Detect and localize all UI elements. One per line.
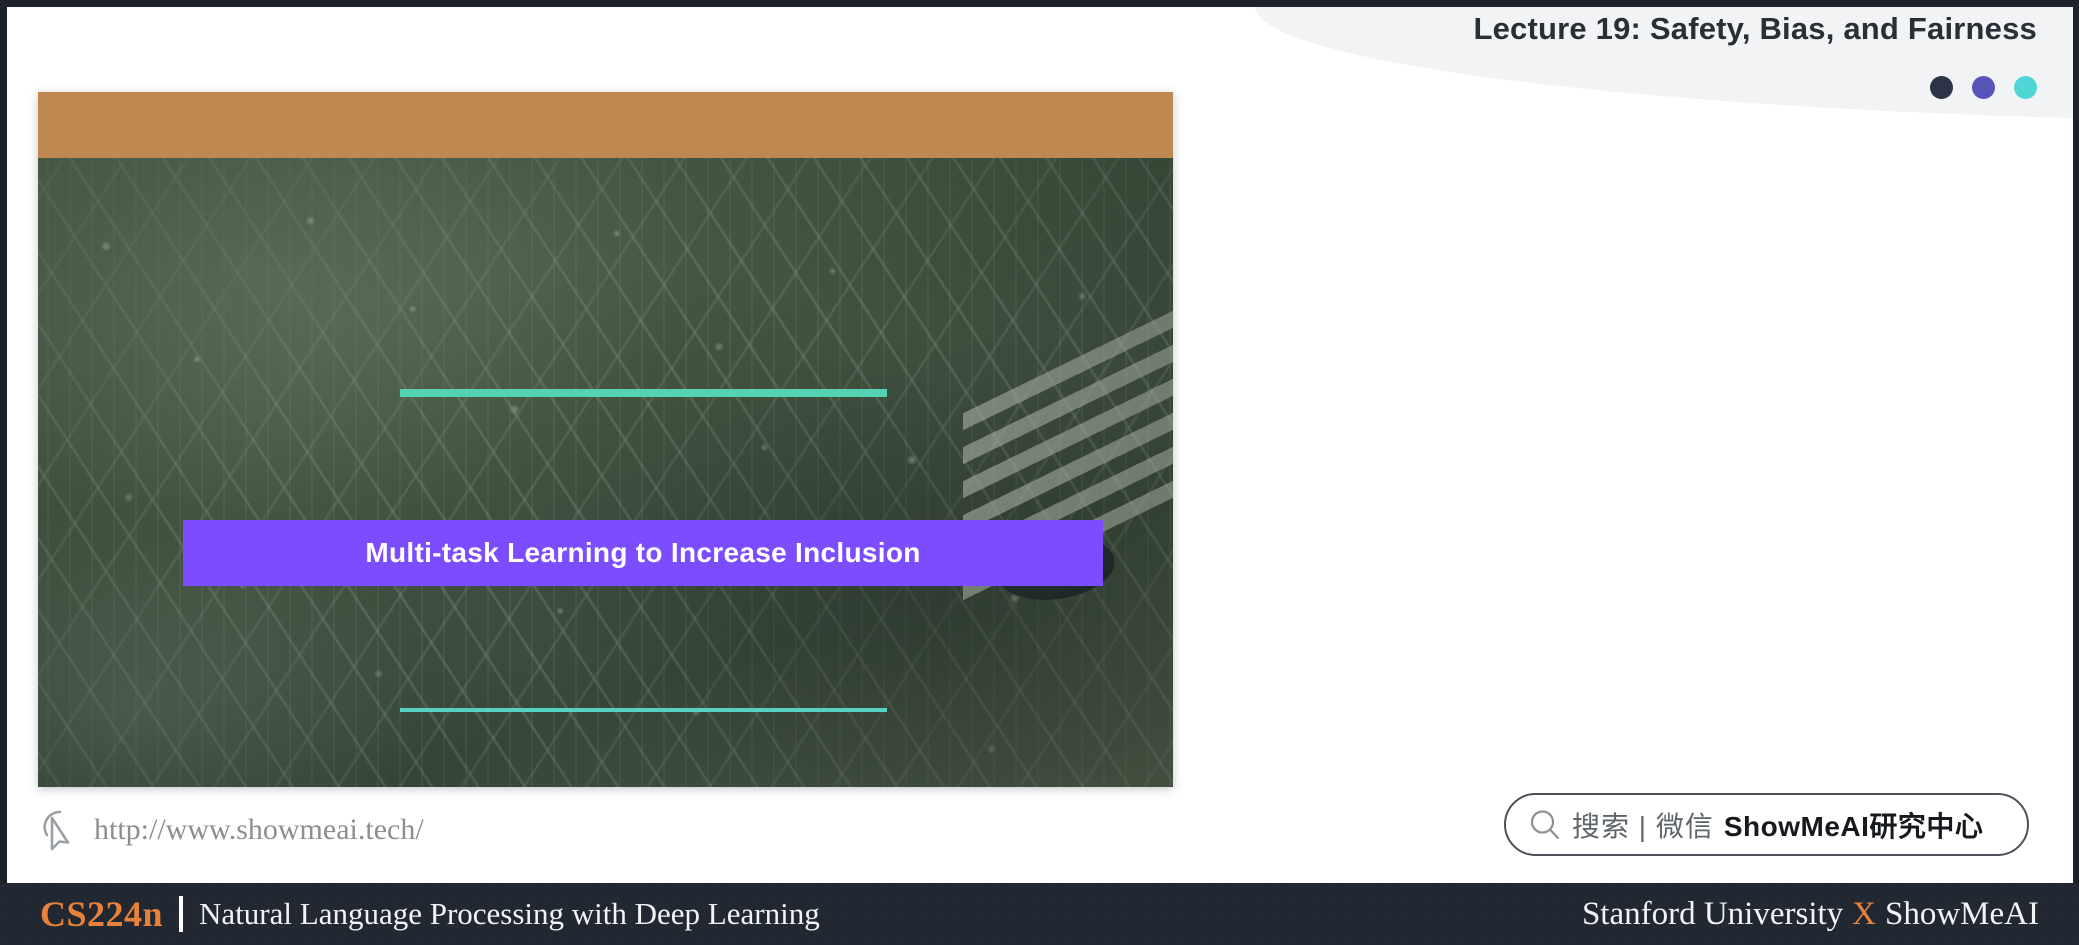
footer-divider (179, 896, 184, 932)
footer-affiliation-separator: X (1852, 895, 1876, 932)
website-url-text: http://www.showmeai.tech/ (94, 813, 424, 846)
wechat-search-pill[interactable]: 搜索 | 微信 ShowMeAI研究中心 (1504, 793, 2029, 856)
slide-rule-top (400, 389, 887, 397)
search-placeholder-text: 搜索 | 微信 (1572, 810, 1714, 842)
slide-title-text: Multi-task Learning to Increase Inclusio… (365, 537, 921, 568)
search-brand-text: ShowMeAI研究中心 (1723, 810, 1984, 842)
slide-rule-bottom (400, 708, 887, 712)
dot-dark-navy-icon (1930, 76, 1953, 99)
top-border-rule (0, 0, 2079, 7)
slide-page: Lecture 19: Safety, Bias, and Fairness M… (0, 0, 2079, 945)
website-url-row[interactable]: http://www.showmeai.tech/ (40, 808, 424, 852)
footer-affiliation-group: Stanford University X ShowMeAI (1582, 883, 2039, 945)
footer-course-code: CS224n (40, 894, 164, 934)
footer-course-name: Natural Language Processing with Deep Le… (199, 896, 820, 931)
left-border-rule (0, 0, 7, 884)
slide-vignette-overlay (38, 158, 1173, 787)
dot-purple-icon (1972, 76, 1995, 99)
footer-course-group: CS224n Natural Language Processing with … (40, 883, 820, 945)
right-border-rule (2073, 0, 2079, 884)
header-dot-group (1930, 76, 2037, 99)
footer-bar: CS224n Natural Language Processing with … (0, 883, 2079, 945)
slide-title-banner: Multi-task Learning to Increase Inclusio… (183, 520, 1103, 586)
slide-top-orange-band (38, 92, 1173, 158)
search-icon (1530, 809, 1560, 839)
page-title: Lecture 19: Safety, Bias, and Fairness (1473, 11, 2037, 46)
footer-affiliation-left: Stanford University (1581, 895, 1844, 932)
dot-teal-icon (2014, 76, 2037, 99)
cursor-pointer-icon (43, 810, 70, 851)
slide-image-card: Multi-task Learning to Increase Inclusio… (38, 92, 1173, 787)
footer-affiliation-right: ShowMeAI (1885, 895, 2039, 932)
